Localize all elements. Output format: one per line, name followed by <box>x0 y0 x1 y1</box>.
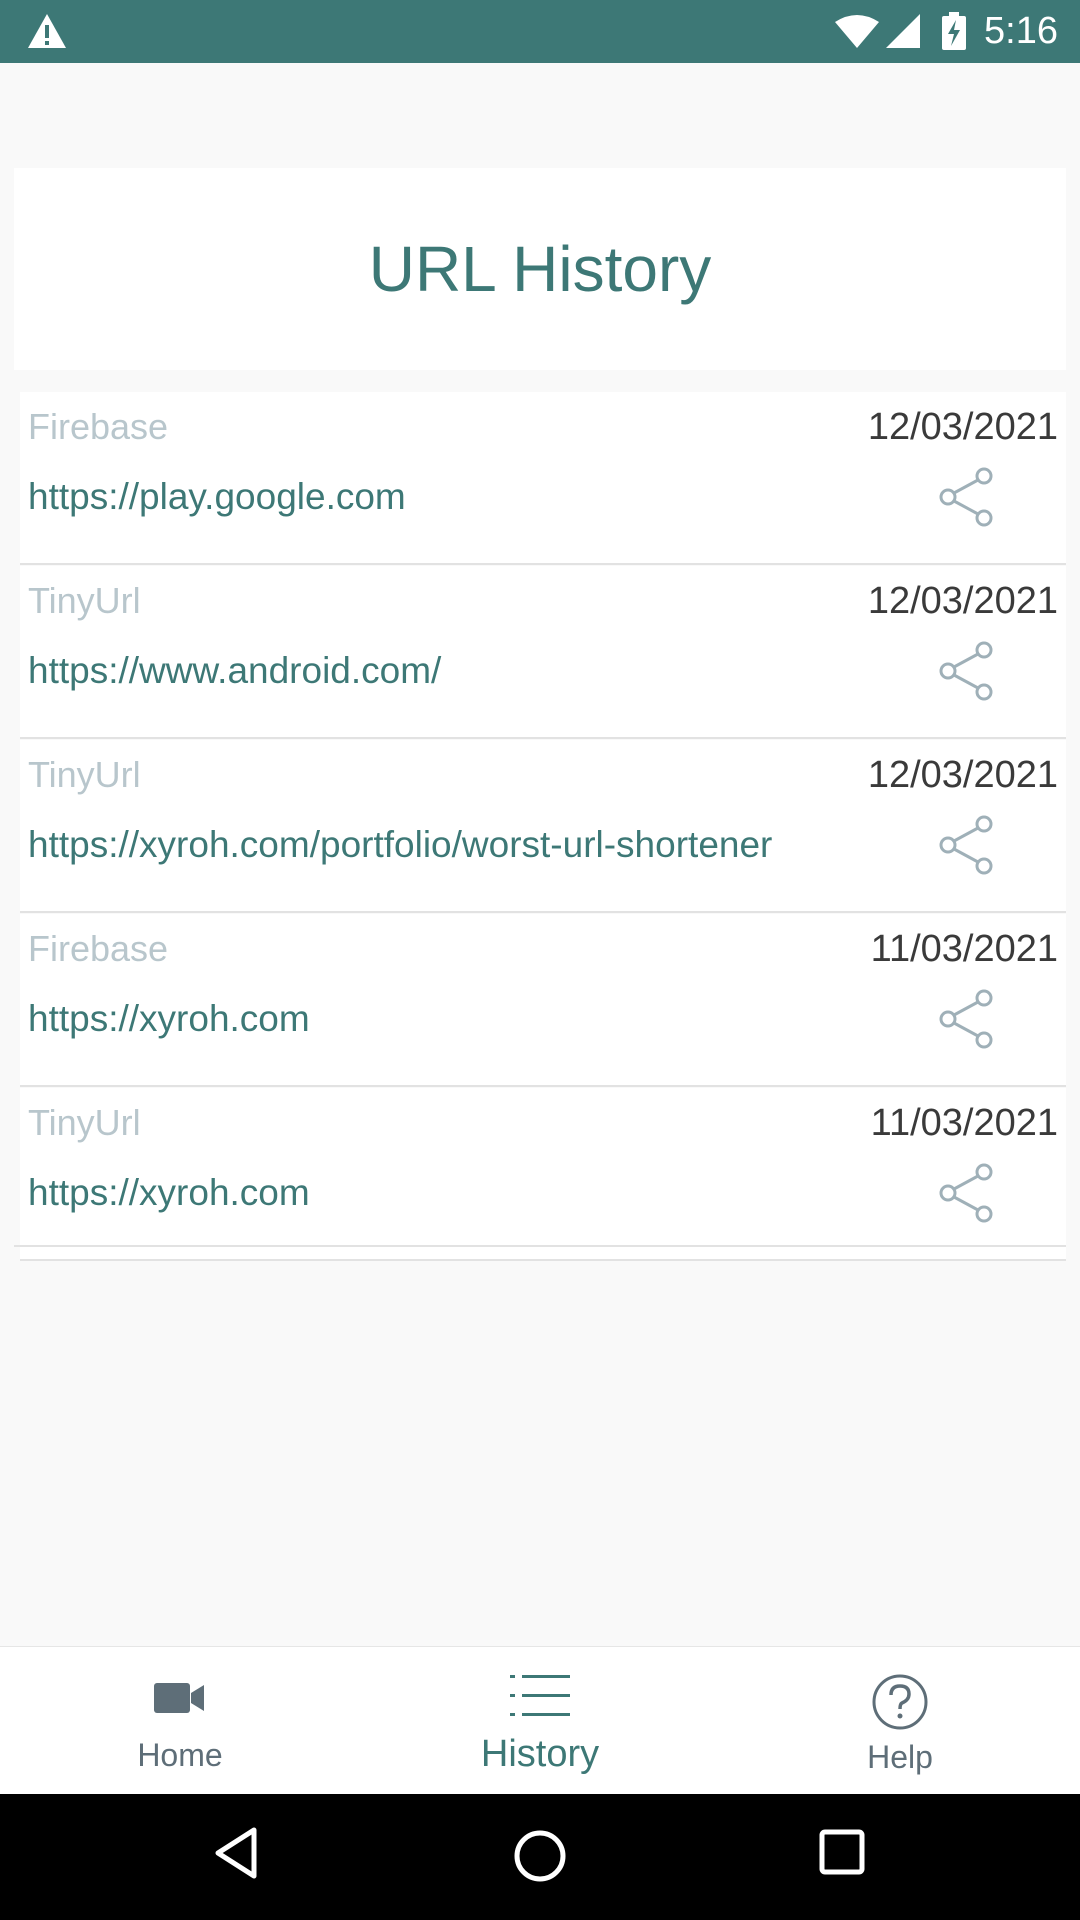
service-label: TinyUrl <box>28 754 141 795</box>
share-icon[interactable] <box>938 466 996 528</box>
service-label: TinyUrl <box>28 580 141 621</box>
help-circle-icon <box>871 1673 929 1731</box>
share-icon[interactable] <box>938 988 996 1050</box>
nav-help[interactable]: Help <box>720 1647 1080 1795</box>
header-card: URL History <box>14 168 1066 370</box>
date-label: 11/03/2021 <box>870 928 1058 970</box>
url-text[interactable]: https://xyroh.com <box>28 998 310 1040</box>
warning-icon <box>26 12 68 55</box>
battery-charging-icon <box>942 12 966 55</box>
nav-history-label: History <box>480 1733 600 1775</box>
nav-history[interactable]: History <box>360 1647 720 1795</box>
recents-icon[interactable] <box>818 1828 866 1881</box>
service-label: Firebase <box>28 928 169 969</box>
url-text[interactable]: https://play.google.com <box>28 476 406 518</box>
wifi-icon <box>834 14 880 53</box>
service-label: Firebase <box>28 406 169 447</box>
url-text[interactable]: https://xyroh.com/portfolio/worst-url-sh… <box>28 824 772 866</box>
share-icon[interactable] <box>938 1162 996 1224</box>
url-text[interactable]: https://xyroh.com <box>28 1172 310 1214</box>
url-text[interactable]: https://www.android.com/ <box>28 650 441 692</box>
date-label: 12/03/2021 <box>867 754 1058 796</box>
history-row[interactable]: Firebase 11/03/2021 https://xyroh.com <box>20 914 1066 1087</box>
back-icon[interactable] <box>212 1826 260 1885</box>
service-label: TinyUrl <box>28 1102 141 1143</box>
system-nav-bar <box>0 1794 1080 1920</box>
share-icon[interactable] <box>938 640 996 702</box>
video-camera-icon <box>154 1681 206 1715</box>
history-row[interactable]: Firebase 12/03/2021 https://play.google.… <box>20 392 1066 565</box>
date-label: 11/03/2021 <box>870 1102 1058 1144</box>
status-bar: 5:16 <box>0 0 1080 63</box>
history-row[interactable]: TinyUrl 11/03/2021 https://xyroh.com <box>20 1088 1066 1261</box>
signal-icon <box>884 14 922 53</box>
home-circle-icon[interactable] <box>510 1826 570 1891</box>
clock: 5:16 <box>984 10 1058 52</box>
share-icon[interactable] <box>938 814 996 876</box>
date-label: 12/03/2021 <box>867 580 1058 622</box>
history-list: Firebase 12/03/2021 https://play.google.… <box>14 392 1066 1262</box>
nav-home-label: Home <box>137 1737 223 1773</box>
bottom-nav: Home History Help <box>0 1646 1080 1795</box>
date-label: 12/03/2021 <box>867 406 1058 448</box>
history-row[interactable]: TinyUrl 12/03/2021 https://www.android.c… <box>20 566 1066 739</box>
nav-home[interactable]: Home <box>0 1647 360 1795</box>
history-row[interactable]: TinyUrl 12/03/2021 https://xyroh.com/por… <box>20 740 1066 913</box>
page-title: URL History <box>368 233 712 305</box>
list-divider <box>14 1245 1066 1247</box>
list-icon <box>510 1673 570 1719</box>
nav-help-label: Help <box>867 1739 933 1775</box>
